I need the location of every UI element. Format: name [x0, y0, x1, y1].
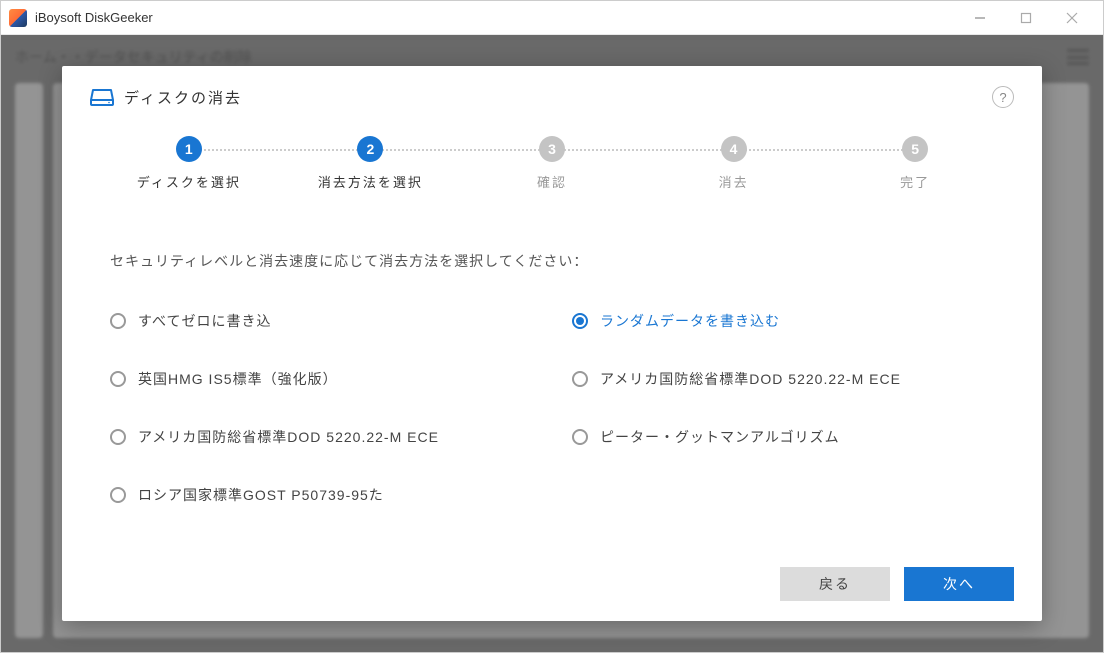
step-3: 3 確認 [461, 136, 643, 191]
step-1: 1 ディスクを選択 [98, 136, 280, 191]
next-button[interactable]: 次へ [904, 567, 1014, 601]
step-number: 1 [176, 136, 202, 162]
back-button[interactable]: 戻る [780, 567, 890, 601]
step-label: 完了 [900, 172, 930, 191]
modal-overlay: ディスクの消去 ? 1 ディスクを選択 2 消去方法を選択 3 確認 4 消去 5 完了 セキュリ… [1, 35, 1103, 652]
step-5: 5 完了 [824, 136, 1006, 191]
step-2: 2 消去方法を選択 [280, 136, 462, 191]
radio-icon [572, 371, 588, 387]
erase-option-0[interactable]: すべてゼロに書き込 [110, 311, 532, 331]
app-window: iBoysoft DiskGeeker ホーム・・データセキュリティの削除 [0, 0, 1104, 653]
prompt-text: セキュリティレベルと消去速度に応じて消去方法を選択してください： [90, 251, 1014, 271]
radio-icon [110, 429, 126, 445]
maximize-button[interactable] [1003, 2, 1049, 34]
radio-icon [110, 371, 126, 387]
disk-icon [90, 87, 114, 107]
erase-option-4[interactable]: アメリカ国防総省標準DOD 5220.22-M ECE [110, 427, 532, 447]
window-controls [957, 2, 1095, 34]
window-title: iBoysoft DiskGeeker [35, 10, 153, 25]
step-number: 2 [357, 136, 383, 162]
dialog-footer: 戻る 次へ [90, 567, 1014, 601]
dialog-header: ディスクの消去 ? [90, 86, 1014, 108]
step-label: 消去 [719, 172, 749, 191]
radio-icon [110, 487, 126, 503]
titlebar: iBoysoft DiskGeeker [1, 1, 1103, 35]
radio-label: ロシア国家標準GOST P50739-95た [138, 485, 384, 505]
step-label: 確認 [537, 172, 567, 191]
step-label: ディスクを選択 [137, 172, 241, 191]
radio-label: 英国HMG IS5標準（強化版） [138, 369, 338, 389]
stepper: 1 ディスクを選択 2 消去方法を選択 3 確認 4 消去 5 完了 [90, 136, 1014, 191]
radio-label: ピーター・グットマンアルゴリズム [600, 427, 840, 447]
step-label: 消去方法を選択 [318, 172, 423, 191]
erase-option-1[interactable]: ランダムデータを書き込む [572, 311, 994, 331]
erase-option-6[interactable]: ロシア国家標準GOST P50739-95た [110, 485, 532, 505]
dialog-title: ディスクの消去 [124, 87, 242, 108]
erase-option-3[interactable]: アメリカ国防総省標準DOD 5220.22-M ECE [572, 369, 994, 389]
erase-method-options: すべてゼロに書き込 ランダムデータを書き込む英国HMG IS5標準（強化版） アメリ… [90, 311, 1014, 505]
radio-label: アメリカ国防総省標準DOD 5220.22-M ECE [600, 369, 901, 389]
close-button[interactable] [1049, 2, 1095, 34]
radio-icon [110, 313, 126, 329]
step-number: 5 [902, 136, 928, 162]
app-body: ホーム・・データセキュリティの削除 ディスクの消去 ? [1, 35, 1103, 652]
erase-option-5[interactable]: ピーター・グットマンアルゴリズム [572, 427, 994, 447]
step-4: 4 消去 [643, 136, 825, 191]
radio-icon [572, 429, 588, 445]
radio-label: すべてゼロに書き込 [138, 311, 271, 331]
step-number: 3 [539, 136, 565, 162]
erase-option-2[interactable]: 英国HMG IS5標準（強化版） [110, 369, 532, 389]
minimize-button[interactable] [957, 2, 1003, 34]
help-button[interactable]: ? [992, 86, 1014, 108]
app-icon [9, 9, 27, 27]
erase-dialog: ディスクの消去 ? 1 ディスクを選択 2 消去方法を選択 3 確認 4 消去 5 完了 セキュリ… [62, 66, 1042, 621]
radio-label: ランダムデータを書き込む [600, 311, 780, 331]
radio-label: アメリカ国防総省標準DOD 5220.22-M ECE [138, 427, 439, 447]
radio-icon [572, 313, 588, 329]
step-number: 4 [721, 136, 747, 162]
